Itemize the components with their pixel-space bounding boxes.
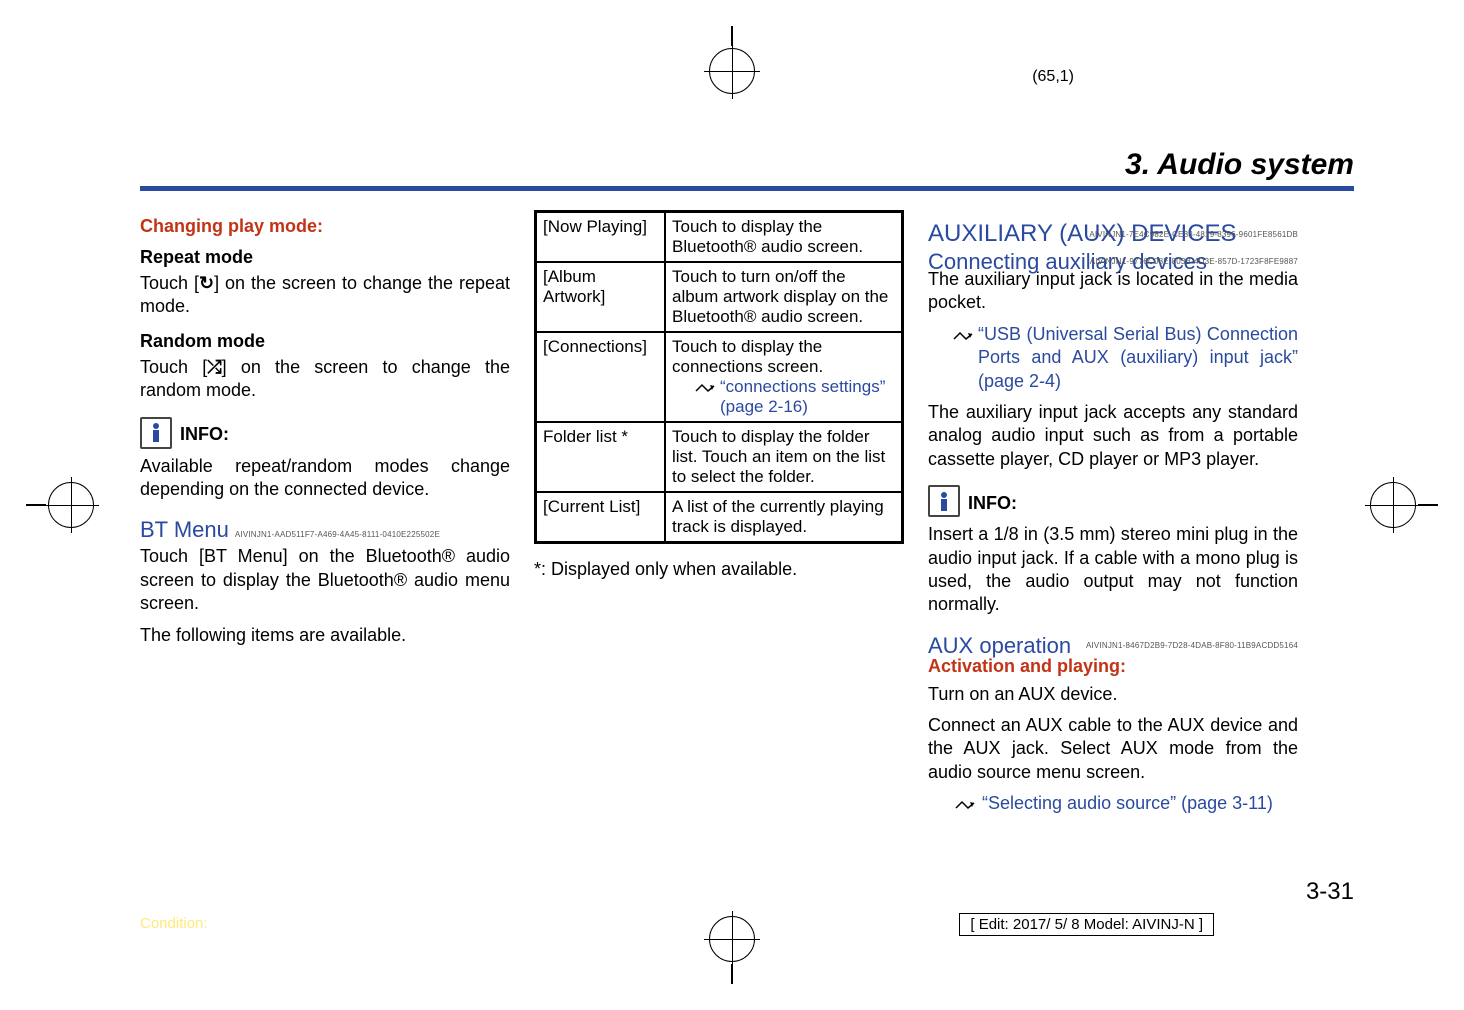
reference-icon	[952, 323, 974, 393]
chapter-title: 3. Audio system	[140, 148, 1354, 186]
connecting-body-1: The auxiliary input jack is located in t…	[928, 268, 1298, 315]
heading-repeat-mode: Repeat mode	[140, 247, 510, 268]
bt-menu-body-2: The following items are available.	[140, 624, 510, 647]
connecting-aux-id: AIVINJN1-9776C08E-803B-4D3E-857D-1723F8F…	[928, 257, 1298, 266]
table-value: Touch to display the connections screen.…	[665, 332, 903, 422]
condition-label: Condition:	[140, 915, 208, 932]
repeat-mode-body: Touch [↻] on the screen to change the re…	[140, 272, 510, 319]
activation-body-1: Turn on an AUX device.	[928, 683, 1298, 706]
info-body: Insert a 1/8 in (3.5 mm) stereo mini plu…	[928, 523, 1298, 617]
heading-changing-play-mode: Changing play mode:	[140, 216, 510, 237]
cross-reference-link: “USB (Universal Serial Bus) Connection P…	[978, 323, 1298, 393]
sheet-number: (65,1)	[1032, 68, 1074, 86]
aux-devices-id: AIVINJN1-7E4C982E-CE83-4819-8396-9601FE8…	[928, 230, 1298, 239]
bt-menu-table: [Now Playing] Touch to display the Bluet…	[534, 210, 904, 544]
activation-body-2: Connect an AUX cable to the AUX device a…	[928, 714, 1298, 784]
table-row: Folder list * Touch to display the folde…	[536, 422, 903, 492]
table-key: [Current List]	[536, 492, 666, 543]
cross-reference-link: “Selecting audio source” (page 3-11)	[982, 792, 1273, 815]
column-1: Changing play mode: Repeat mode Touch [↻…	[140, 210, 510, 822]
shuffle-icon: ⤮	[207, 356, 221, 379]
repeat-icon: ↻	[199, 272, 214, 295]
table-key: [Connections]	[536, 332, 666, 422]
table-footnote: *: Displayed only when available.	[534, 558, 904, 581]
connecting-body-2: The auxiliary input jack accepts any sta…	[928, 401, 1298, 471]
random-mode-body: Touch [⤮] on the screen to change the ra…	[140, 356, 510, 403]
table-key: [Now Playing]	[536, 212, 666, 263]
info-callout: INFO:	[140, 417, 510, 449]
heading-bt-menu: BT Menu	[140, 517, 229, 543]
info-callout: INFO:	[928, 485, 1298, 517]
info-icon	[928, 485, 960, 517]
edit-info-box: [ Edit: 2017/ 5/ 8 Model: AIVINJ-N ]	[959, 913, 1214, 936]
bt-menu-id: AIVINJN1-AAD511F7-A469-4A45-8111-0410E22…	[235, 530, 440, 539]
table-key: Folder list *	[536, 422, 666, 492]
table-value: A list of the currently playing track is…	[665, 492, 903, 543]
table-value: Touch to display the folder list. Touch …	[665, 422, 903, 492]
heading-random-mode: Random mode	[140, 331, 510, 352]
aux-operation-id: AIVINJN1-8467D2B9-7D28-4DAB-8F80-11B9ACD…	[928, 641, 1298, 650]
reference-icon	[952, 792, 978, 815]
table-row: [Now Playing] Touch to display the Bluet…	[536, 212, 903, 263]
info-body: Available repeat/random modes change dep…	[140, 455, 510, 502]
info-icon	[140, 417, 172, 449]
header-rule	[140, 186, 1354, 191]
table-key: [Album Artwork]	[536, 262, 666, 332]
cross-reference-link: “connections settings” (page 2-16)	[720, 377, 895, 417]
bt-menu-body-1: Touch [BT Menu] on the Bluetooth® audio …	[140, 545, 510, 615]
heading-activation: Activation and playing:	[928, 656, 1298, 677]
table-value: Touch to display the Bluetooth® audio sc…	[665, 212, 903, 263]
table-value: Touch to turn on/off the album artwork d…	[665, 262, 903, 332]
column-3: AUXILIARY (AUX) DEVICES AIVINJN1-7E4C982…	[928, 210, 1298, 822]
table-row: [Album Artwork] Touch to turn on/off the…	[536, 262, 903, 332]
info-label: INFO:	[180, 424, 229, 445]
column-2: [Now Playing] Touch to display the Bluet…	[534, 210, 904, 822]
page-number: 3-31	[1306, 878, 1354, 906]
table-row: [Connections] Touch to display the conne…	[536, 332, 903, 422]
reference-icon	[694, 377, 716, 417]
info-label: INFO:	[968, 493, 1017, 514]
table-row: [Current List] A list of the currently p…	[536, 492, 903, 543]
